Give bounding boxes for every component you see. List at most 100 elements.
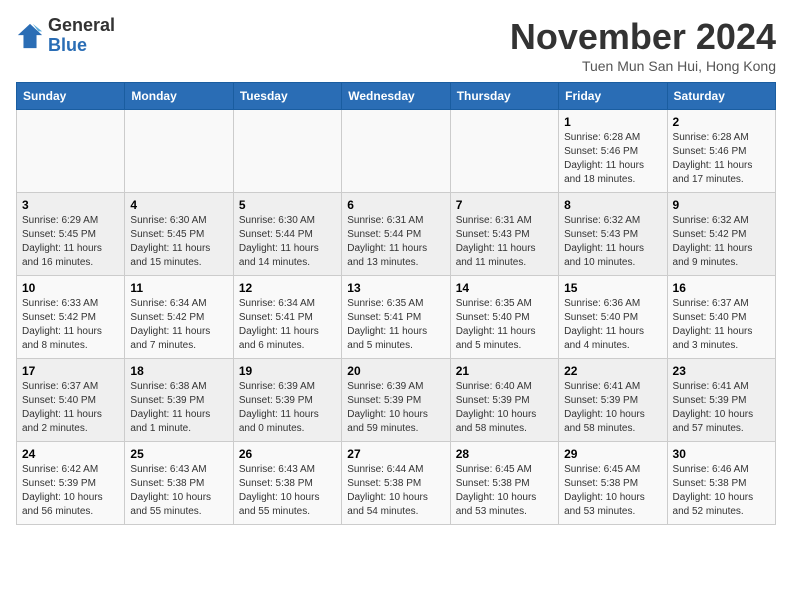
day-header-friday: Friday [559,83,667,110]
calendar-cell: 4 Sunrise: 6:30 AM Sunset: 5:45 PM Daylig… [125,193,233,276]
day-header-monday: Monday [125,83,233,110]
day-number: 13 [347,281,444,295]
day-number: 30 [673,447,770,461]
calendar-cell: 14 Sunrise: 6:35 AM Sunset: 5:40 PM Dayli… [450,276,558,359]
calendar-cell: 25Sunrise: 6:43 AM Sunset: 5:38 PM Dayli… [125,442,233,525]
day-info: Sunrise: 6:32 AM Sunset: 5:42 PM Dayligh… [673,214,770,270]
calendar-cell: 24 Sunrise: 6:42 AM Sunset: 5:39 PM Dayli… [17,442,125,525]
day-number: 10 [22,281,119,295]
day-number: 15 [564,281,661,295]
calendar-cell [233,110,341,193]
day-header-thursday: Thursday [450,83,558,110]
day-info: Sunrise: 6:44 AM Sunset: 5:38 PM Dayligh… [347,463,444,519]
day-info: Sunrise: 6:39 AM Sunset: 5:39 PM Dayligh… [347,380,444,436]
calendar-cell: 10 Sunrise: 6:33 AM Sunset: 5:42 PM Dayli… [17,276,125,359]
day-number: 20 [347,364,444,378]
calendar-cell [125,110,233,193]
day-info: Sunrise: 6:36 AM Sunset: 5:40 PM Dayligh… [564,297,661,353]
day-number: 19 [239,364,336,378]
page-header: General Blue November 2024 Tuen Mun San … [16,16,776,74]
day-info: Sunrise: 6:45 AM Sunset: 5:38 PM Dayligh… [564,463,661,519]
day-header-tuesday: Tuesday [233,83,341,110]
day-number: 11 [130,281,227,295]
day-number: 22 [564,364,661,378]
day-number: 25 [130,447,227,461]
month-title: November 2024 [510,16,776,58]
calendar-cell: 22 Sunrise: 6:41 AM Sunset: 5:39 PM Dayli… [559,359,667,442]
calendar-week-4: 17Sunrise: 6:37 AM Sunset: 5:40 PM Dayli… [17,359,776,442]
title-section: November 2024 Tuen Mun San Hui, Hong Kon… [510,16,776,74]
calendar-cell: 12Sunrise: 6:34 AM Sunset: 5:41 PM Dayli… [233,276,341,359]
day-info: Sunrise: 6:32 AM Sunset: 5:43 PM Dayligh… [564,214,661,270]
calendar-cell: 28 Sunrise: 6:45 AM Sunset: 5:38 PM Dayli… [450,442,558,525]
calendar-cell: 21Sunrise: 6:40 AM Sunset: 5:39 PM Dayli… [450,359,558,442]
day-number: 18 [130,364,227,378]
day-number: 14 [456,281,553,295]
calendar-week-5: 24 Sunrise: 6:42 AM Sunset: 5:39 PM Dayli… [17,442,776,525]
day-number: 3 [22,198,119,212]
calendar-cell: 8 Sunrise: 6:32 AM Sunset: 5:43 PM Daylig… [559,193,667,276]
logo-blue-text: Blue [48,36,115,56]
day-header-row: SundayMondayTuesdayWednesdayThursdayFrid… [17,83,776,110]
day-number: 7 [456,198,553,212]
day-info: Sunrise: 6:38 AM Sunset: 5:39 PM Dayligh… [130,380,227,436]
day-header-saturday: Saturday [667,83,775,110]
calendar-cell: 29 Sunrise: 6:45 AM Sunset: 5:38 PM Dayli… [559,442,667,525]
calendar-cell: 2Sunrise: 6:28 AM Sunset: 5:46 PM Daylig… [667,110,775,193]
calendar-body: 1 Sunrise: 6:28 AM Sunset: 5:46 PM Daylig… [17,110,776,525]
calendar-cell: 15 Sunrise: 6:36 AM Sunset: 5:40 PM Dayli… [559,276,667,359]
logo: General Blue [16,16,115,56]
calendar-cell: 27 Sunrise: 6:44 AM Sunset: 5:38 PM Dayli… [342,442,450,525]
calendar-cell: 7Sunrise: 6:31 AM Sunset: 5:43 PM Daylig… [450,193,558,276]
day-number: 27 [347,447,444,461]
calendar-cell: 1 Sunrise: 6:28 AM Sunset: 5:46 PM Daylig… [559,110,667,193]
logo-general-text: General [48,16,115,36]
day-info: Sunrise: 6:34 AM Sunset: 5:41 PM Dayligh… [239,297,336,353]
day-info: Sunrise: 6:35 AM Sunset: 5:41 PM Dayligh… [347,297,444,353]
day-info: Sunrise: 6:34 AM Sunset: 5:42 PM Dayligh… [130,297,227,353]
day-number: 6 [347,198,444,212]
calendar-week-3: 10 Sunrise: 6:33 AM Sunset: 5:42 PM Dayli… [17,276,776,359]
day-number: 4 [130,198,227,212]
calendar-cell: 18 Sunrise: 6:38 AM Sunset: 5:39 PM Dayli… [125,359,233,442]
calendar-cell [17,110,125,193]
day-info: Sunrise: 6:42 AM Sunset: 5:39 PM Dayligh… [22,463,119,519]
calendar-cell [450,110,558,193]
calendar-week-2: 3Sunrise: 6:29 AM Sunset: 5:45 PM Daylig… [17,193,776,276]
calendar-header: SundayMondayTuesdayWednesdayThursdayFrid… [17,83,776,110]
day-info: Sunrise: 6:30 AM Sunset: 5:45 PM Dayligh… [130,214,227,270]
day-number: 1 [564,115,661,129]
day-number: 29 [564,447,661,461]
day-info: Sunrise: 6:41 AM Sunset: 5:39 PM Dayligh… [673,380,770,436]
day-info: Sunrise: 6:45 AM Sunset: 5:38 PM Dayligh… [456,463,553,519]
calendar-cell: 19Sunrise: 6:39 AM Sunset: 5:39 PM Dayli… [233,359,341,442]
calendar-cell: 6 Sunrise: 6:31 AM Sunset: 5:44 PM Daylig… [342,193,450,276]
day-number: 8 [564,198,661,212]
day-number: 28 [456,447,553,461]
day-info: Sunrise: 6:35 AM Sunset: 5:40 PM Dayligh… [456,297,553,353]
day-info: Sunrise: 6:37 AM Sunset: 5:40 PM Dayligh… [673,297,770,353]
calendar-cell: 11 Sunrise: 6:34 AM Sunset: 5:42 PM Dayli… [125,276,233,359]
day-number: 5 [239,198,336,212]
day-info: Sunrise: 6:41 AM Sunset: 5:39 PM Dayligh… [564,380,661,436]
calendar-cell: 3Sunrise: 6:29 AM Sunset: 5:45 PM Daylig… [17,193,125,276]
day-number: 26 [239,447,336,461]
day-info: Sunrise: 6:40 AM Sunset: 5:39 PM Dayligh… [456,380,553,436]
day-header-sunday: Sunday [17,83,125,110]
day-info: Sunrise: 6:31 AM Sunset: 5:44 PM Dayligh… [347,214,444,270]
calendar-cell: 16Sunrise: 6:37 AM Sunset: 5:40 PM Dayli… [667,276,775,359]
day-info: Sunrise: 6:37 AM Sunset: 5:40 PM Dayligh… [22,380,119,436]
day-number: 24 [22,447,119,461]
calendar-cell: 20 Sunrise: 6:39 AM Sunset: 5:39 PM Dayli… [342,359,450,442]
day-info: Sunrise: 6:43 AM Sunset: 5:38 PM Dayligh… [239,463,336,519]
calendar-cell: 30Sunrise: 6:46 AM Sunset: 5:38 PM Dayli… [667,442,775,525]
day-info: Sunrise: 6:33 AM Sunset: 5:42 PM Dayligh… [22,297,119,353]
calendar-cell: 23Sunrise: 6:41 AM Sunset: 5:39 PM Dayli… [667,359,775,442]
calendar-week-1: 1 Sunrise: 6:28 AM Sunset: 5:46 PM Daylig… [17,110,776,193]
calendar-table: SundayMondayTuesdayWednesdayThursdayFrid… [16,82,776,525]
calendar-cell: 26 Sunrise: 6:43 AM Sunset: 5:38 PM Dayli… [233,442,341,525]
calendar-cell: 17Sunrise: 6:37 AM Sunset: 5:40 PM Dayli… [17,359,125,442]
location-subtitle: Tuen Mun San Hui, Hong Kong [510,58,776,74]
day-info: Sunrise: 6:28 AM Sunset: 5:46 PM Dayligh… [564,131,661,187]
day-info: Sunrise: 6:28 AM Sunset: 5:46 PM Dayligh… [673,131,770,187]
